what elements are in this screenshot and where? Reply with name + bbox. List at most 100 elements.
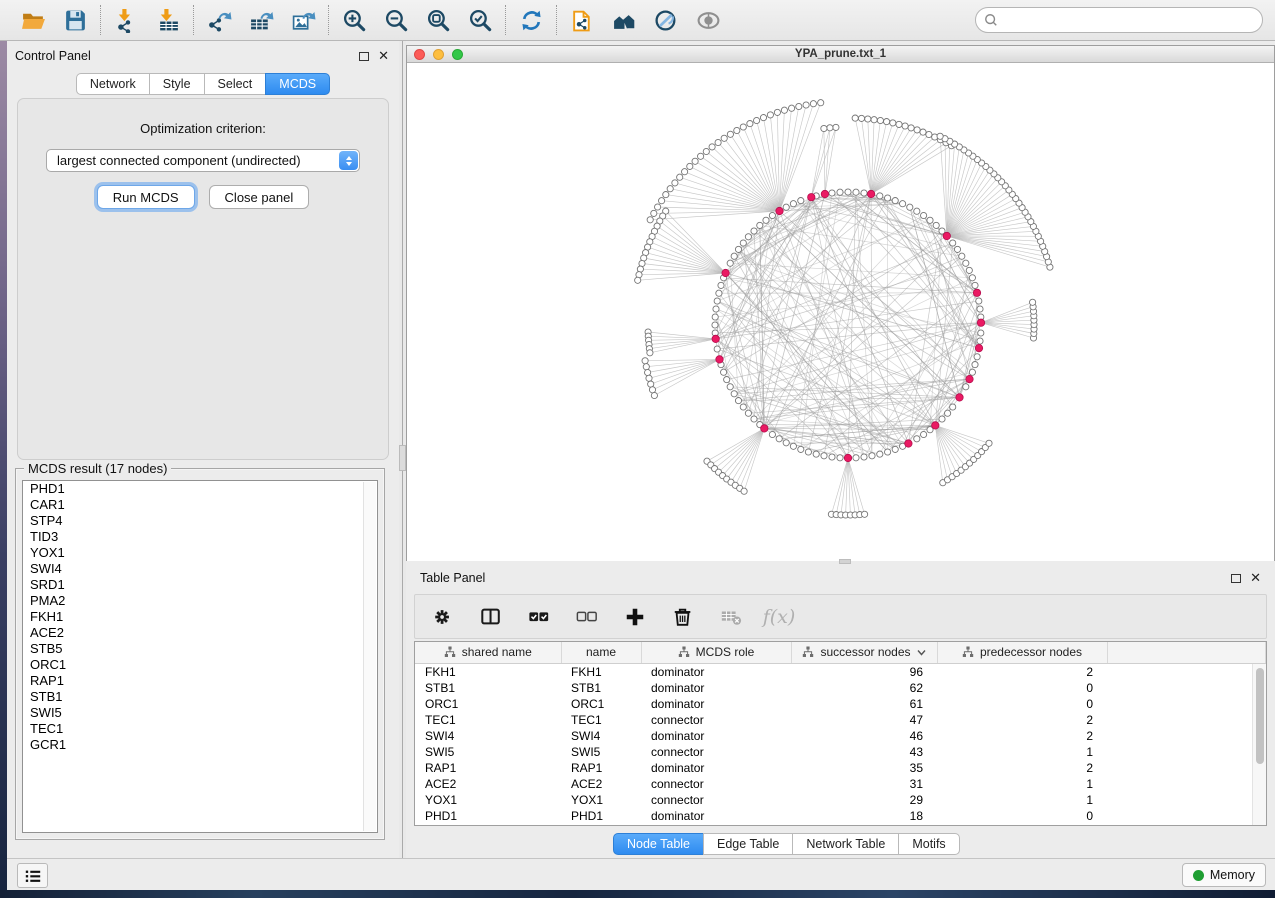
vertical-splitter[interactable] [399, 41, 406, 858]
first-neighbors-icon[interactable] [611, 7, 637, 33]
table-cell: YOX1 [561, 792, 641, 808]
table-cell: FKH1 [561, 663, 641, 680]
horizontal-splitter-handle[interactable] [839, 559, 851, 564]
open-file-icon[interactable] [20, 7, 46, 33]
run-mcds-button[interactable]: Run MCDS [97, 185, 195, 209]
tab-network[interactable]: Network [76, 73, 150, 95]
mcds-result-node[interactable]: STB1 [23, 689, 377, 705]
table-row[interactable]: STB1STB1dominator620 [415, 680, 1266, 696]
table-cell: ORC1 [415, 696, 561, 712]
mcds-result-node[interactable]: FKH1 [23, 609, 377, 625]
network-graph[interactable] [407, 63, 1274, 561]
mcds-result-node[interactable]: SRD1 [23, 577, 377, 593]
mcds-result-node[interactable]: TID3 [23, 529, 377, 545]
table-tabs: Node TableEdge TableNetwork TableMotifs [613, 833, 960, 855]
export-table-icon[interactable] [248, 7, 274, 33]
mcds-result-node[interactable]: SWI4 [23, 561, 377, 577]
window-close-button[interactable] [414, 49, 425, 60]
tab-node-table[interactable]: Node Table [613, 833, 704, 855]
mcds-result-list[interactable]: PHD1CAR1STP4TID3YOX1SWI4SRD1PMA2FKH1ACE2… [22, 480, 378, 833]
table-row[interactable]: SWI5SWI5connector431 [415, 744, 1266, 760]
mcds-result-node[interactable]: GCR1 [23, 737, 377, 753]
delete-column-icon[interactable] [671, 605, 695, 629]
float-table-panel-icon[interactable] [1231, 574, 1241, 583]
table-row[interactable]: RAP1RAP1dominator352 [415, 760, 1266, 776]
column-header-name[interactable]: name [561, 642, 641, 663]
task-history-button[interactable] [17, 863, 48, 888]
zoom-fit-icon[interactable] [425, 7, 451, 33]
export-image-icon[interactable] [290, 7, 316, 33]
memory-button[interactable]: Memory [1182, 863, 1266, 887]
close-panel-button[interactable]: Close panel [209, 185, 310, 209]
table-scrollbar-thumb[interactable] [1256, 668, 1264, 764]
table-cell: connector [641, 712, 791, 728]
import-table-icon[interactable] [155, 7, 181, 33]
visual-properties-icon[interactable] [653, 7, 679, 33]
export-network-icon[interactable] [206, 7, 232, 33]
table-settings-icon[interactable] [431, 605, 455, 629]
close-panel-icon[interactable]: ✕ [378, 51, 389, 61]
table-scrollbar[interactable] [1252, 664, 1266, 825]
close-table-panel-icon[interactable]: ✕ [1250, 573, 1261, 583]
table-cell: STB1 [415, 680, 561, 696]
search-box[interactable] [975, 7, 1263, 33]
save-session-icon[interactable] [62, 7, 88, 33]
table-row[interactable]: PHD1PHD1dominator180 [415, 808, 1266, 824]
select-all-icon[interactable] [527, 605, 551, 629]
table-row[interactable]: FKH1FKH1dominator962 [415, 663, 1266, 680]
column-header-successor-nodes[interactable]: successor nodes [791, 642, 937, 663]
tab-network-table[interactable]: Network Table [792, 833, 899, 855]
column-header-shared-name[interactable]: shared name [415, 642, 561, 663]
mcds-result-node[interactable]: RAP1 [23, 673, 377, 689]
function-builder-icon: f(x) [767, 605, 791, 629]
tab-motifs[interactable]: Motifs [898, 833, 959, 855]
table-cell: SWI4 [561, 728, 641, 744]
tab-select[interactable]: Select [204, 73, 267, 95]
column-label: shared name [462, 645, 532, 659]
table-row[interactable]: ORC1ORC1dominator610 [415, 696, 1266, 712]
table-row[interactable]: YOX1YOX1connector291 [415, 792, 1266, 808]
add-column-icon[interactable] [623, 605, 647, 629]
tab-mcds[interactable]: MCDS [265, 73, 330, 95]
table-cell: 18 [791, 808, 937, 824]
zoom-out-icon[interactable] [383, 7, 409, 33]
mcds-result-node[interactable]: PHD1 [23, 481, 377, 497]
control-panel-title: Control Panel [15, 49, 91, 63]
mcds-result-node[interactable]: ORC1 [23, 657, 377, 673]
result-list-scrollbar[interactable] [363, 482, 376, 831]
mcds-result-node[interactable]: STP4 [23, 513, 377, 529]
mcds-result-node[interactable]: YOX1 [23, 545, 377, 561]
table-cell: 29 [791, 792, 937, 808]
float-panel-icon[interactable] [359, 52, 369, 61]
table-row[interactable]: TEC1TEC1connector472 [415, 712, 1266, 728]
optimization-criterion-select[interactable]: largest connected component (undirected) [46, 149, 360, 172]
splitter-handle[interactable] [399, 445, 406, 471]
refresh-layout-icon[interactable] [518, 7, 544, 33]
zoom-in-icon[interactable] [341, 7, 367, 33]
network-window-titlebar[interactable]: YPA_prune.txt_1 [407, 46, 1274, 63]
mcds-result-node[interactable]: PMA2 [23, 593, 377, 609]
window-minimize-button[interactable] [433, 49, 444, 60]
table-cell: dominator [641, 663, 791, 680]
column-header-predecessor-nodes[interactable]: predecessor nodes [937, 642, 1107, 663]
tab-style[interactable]: Style [149, 73, 205, 95]
import-network-icon[interactable] [113, 7, 139, 33]
mcds-result-node[interactable]: SWI5 [23, 705, 377, 721]
mcds-result-node[interactable]: CAR1 [23, 497, 377, 513]
table-cell: 2 [937, 760, 1107, 776]
network-canvas[interactable] [407, 63, 1274, 561]
mcds-result-node[interactable]: TEC1 [23, 721, 377, 737]
table-row[interactable]: SWI4SWI4dominator462 [415, 728, 1266, 744]
deselect-all-icon[interactable] [575, 605, 599, 629]
mcds-result-node[interactable]: STB5 [23, 641, 377, 657]
column-header-MCDS-role[interactable]: MCDS role [641, 642, 791, 663]
share-network-file-icon[interactable] [569, 7, 595, 33]
zoom-selected-icon[interactable] [467, 7, 493, 33]
tab-edge-table[interactable]: Edge Table [703, 833, 793, 855]
toolbar-group-4 [506, 7, 556, 33]
search-input[interactable] [1003, 10, 1262, 30]
table-row[interactable]: ACE2ACE2connector311 [415, 776, 1266, 792]
toggle-columns-icon[interactable] [479, 605, 503, 629]
mcds-result-node[interactable]: ACE2 [23, 625, 377, 641]
window-zoom-button[interactable] [452, 49, 463, 60]
